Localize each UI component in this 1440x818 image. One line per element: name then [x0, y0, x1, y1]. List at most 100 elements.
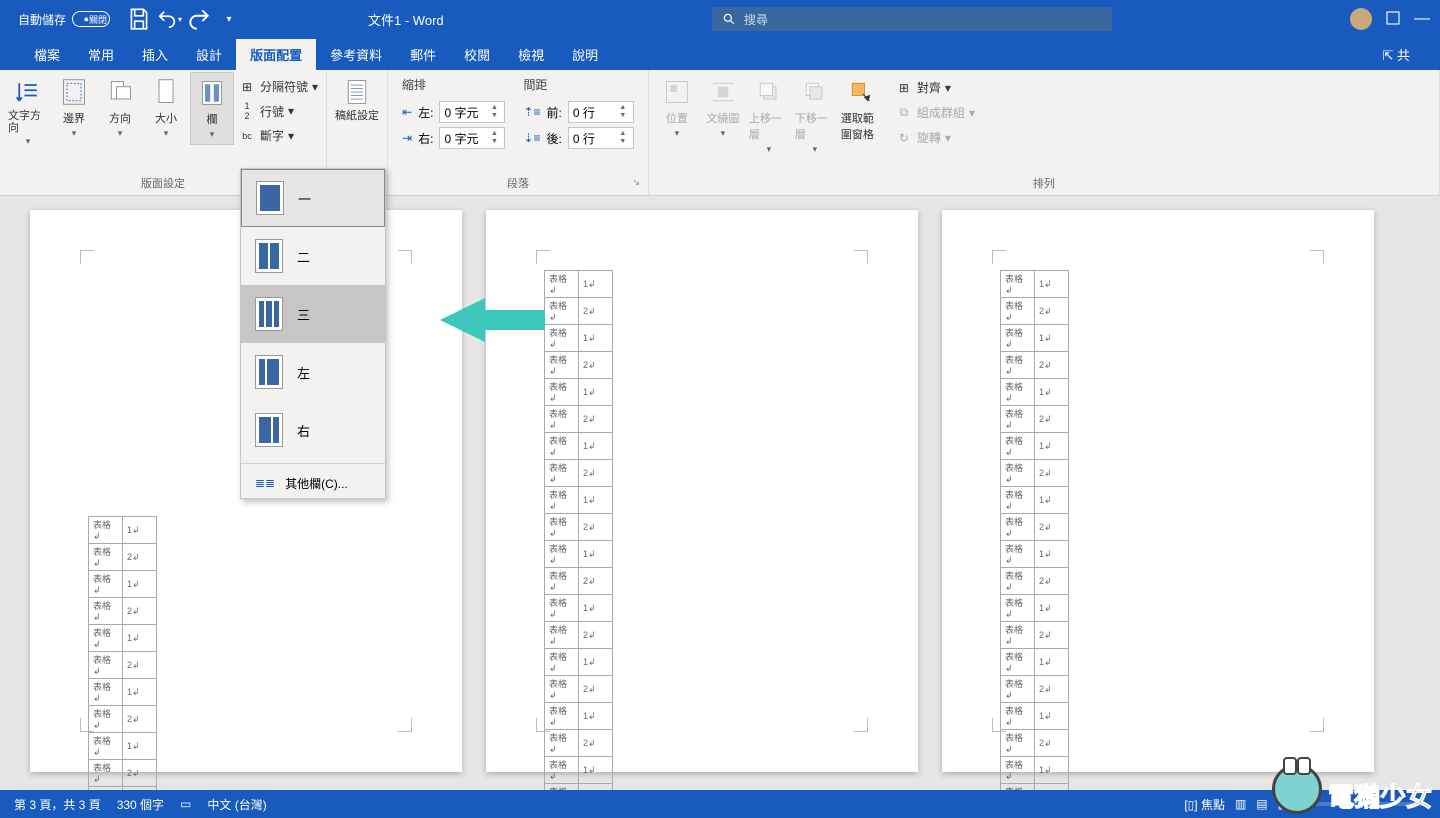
- group-objects-button: ⧉組成群組 ▾: [891, 101, 979, 124]
- spacing-after-label: 後:: [547, 130, 562, 147]
- ribbon-tabs: 檔案 常用 插入 設計 版面配置 參考資料 郵件 校閱 檢視 說明 ⇱ 共: [0, 38, 1440, 70]
- annotation-arrow: [430, 280, 550, 365]
- columns-more-option[interactable]: ≣≣ 其他欄(C)...: [241, 468, 385, 498]
- search-box[interactable]: 搜尋: [712, 7, 1112, 31]
- margins-icon: [58, 76, 90, 108]
- columns-one-icon: [256, 181, 284, 215]
- columns-icon: [196, 77, 228, 109]
- tab-help[interactable]: 說明: [558, 39, 612, 70]
- spacing-label: 間距: [523, 76, 633, 97]
- orientation-button[interactable]: 方向▾: [98, 72, 142, 143]
- columns-option-left[interactable]: 左: [241, 343, 385, 401]
- hyphenation-button[interactable]: bc斷字 ▾: [236, 125, 320, 146]
- columns-dropdown: 一 二 三 左 右 ≣≣ 其他欄(C)...: [240, 168, 386, 499]
- group-label-paragraph: 段落: [507, 178, 529, 190]
- document-title: 文件1 - Word: [368, 10, 444, 29]
- group-arrange: 位置▾ 文繞圖▾ 上移一層▾ 下移一層▾ 選取範圍窗格 ⊞對齊 ▾ ⧉組成群組 …: [649, 70, 1440, 195]
- align-button[interactable]: ⊞對齊 ▾: [891, 76, 979, 99]
- line-numbers-button[interactable]: 12行號 ▾: [236, 99, 320, 123]
- read-mode-icon[interactable]: ▥: [1235, 797, 1246, 811]
- text-direction-button[interactable]: 文字方向▾: [6, 72, 50, 151]
- indent-left-input[interactable]: ▲▼: [439, 101, 505, 123]
- page-2[interactable]: 表格↲1↲表格↲2↲表格↲1↲表格↲2↲表格↲1↲表格↲2↲表格↲1↲表格↲2↲…: [486, 210, 918, 772]
- title-bar: 自動儲存 ● 關閉 ▾ ▾ 文件1 - Word 搜尋 —: [0, 0, 1440, 38]
- spacing-after-icon: ⇣≡: [523, 131, 540, 145]
- line-numbers-icon: 12: [238, 101, 256, 121]
- columns-option-one[interactable]: 一: [241, 169, 385, 227]
- status-proofing-icon[interactable]: ▭: [180, 797, 191, 811]
- share-button[interactable]: ⇱ 共: [1372, 39, 1420, 70]
- quick-access-toolbar: ▾ ▾: [120, 6, 248, 32]
- focus-mode-button[interactable]: [▯] 焦點: [1184, 796, 1225, 813]
- orientation-icon: [104, 76, 136, 108]
- group-paragraph: 縮排 ⇤ 左: ▲▼ ⇥ 右: ▲▼ 間距 ⇡≡ 前: ▲▼: [388, 70, 649, 195]
- group-label-arrange: 排列: [1033, 178, 1055, 190]
- margins-button[interactable]: 邊界▾: [52, 72, 96, 143]
- table-page-1[interactable]: 表格↲1↲表格↲2↲表格↲1↲表格↲2↲表格↲1↲表格↲2↲表格↲1↲表格↲2↲…: [88, 516, 157, 790]
- print-layout-icon[interactable]: ▤: [1256, 797, 1267, 811]
- hyphenation-icon: bc: [238, 131, 256, 141]
- redo-icon[interactable]: [186, 6, 212, 32]
- dropdown-separator: [241, 463, 385, 464]
- indent-right-icon: ⇥: [402, 131, 412, 145]
- autosave-toggle[interactable]: 自動儲存 ● 關閉: [0, 11, 120, 28]
- autosave-state: ● 關閉: [72, 11, 110, 27]
- columns-option-right[interactable]: 右: [241, 401, 385, 459]
- indent-left-label: 左:: [418, 104, 433, 121]
- document-area[interactable]: 表格↲1↲表格↲2↲表格↲1↲表格↲2↲表格↲1↲表格↲2↲表格↲1↲表格↲2↲…: [0, 196, 1440, 790]
- mascot-icon: [1272, 764, 1322, 814]
- columns-right-icon: [255, 413, 283, 447]
- paragraph-dialog-launcher[interactable]: ↘: [632, 177, 640, 188]
- tab-design[interactable]: 設計: [182, 39, 236, 70]
- columns-left-icon: [255, 355, 283, 389]
- status-bar: 第 3 頁，共 3 頁 330 個字 ▭ 中文 (台灣) [▯] 焦點 ▥ ▤ …: [0, 790, 1440, 818]
- breaks-button[interactable]: ⊞分隔符號 ▾: [236, 76, 320, 97]
- status-word-count[interactable]: 330 個字: [117, 796, 164, 813]
- search-placeholder: 搜尋: [744, 11, 768, 28]
- manuscript-icon: [341, 76, 373, 108]
- tab-file[interactable]: 檔案: [20, 39, 74, 70]
- position-button: 位置▾: [655, 72, 699, 143]
- minimize-icon[interactable]: —: [1414, 10, 1430, 28]
- indent-label: 縮排: [402, 76, 505, 97]
- more-columns-icon: ≣≣: [255, 476, 275, 490]
- group-icon: ⧉: [895, 105, 913, 120]
- columns-option-three[interactable]: 三: [241, 285, 385, 343]
- ribbon-display-icon[interactable]: [1384, 9, 1402, 30]
- user-avatar[interactable]: [1350, 8, 1372, 30]
- tab-view[interactable]: 檢視: [504, 39, 558, 70]
- columns-button[interactable]: 欄▾: [190, 72, 234, 145]
- forward-icon: [753, 76, 785, 108]
- status-page[interactable]: 第 3 頁，共 3 頁: [14, 796, 101, 813]
- spacing-after-input[interactable]: ▲▼: [568, 127, 634, 149]
- bring-forward-button: 上移一層▾: [747, 72, 791, 159]
- tab-layout[interactable]: 版面配置: [236, 39, 316, 70]
- send-backward-button: 下移一層▾: [793, 72, 837, 159]
- columns-option-two[interactable]: 二: [241, 227, 385, 285]
- selection-pane-icon: [845, 76, 877, 108]
- tab-insert[interactable]: 插入: [128, 39, 182, 70]
- customize-qat-icon[interactable]: ▾: [216, 6, 242, 32]
- manuscript-settings-button[interactable]: 稿紙設定: [333, 72, 381, 126]
- table-page-2[interactable]: 表格↲1↲表格↲2↲表格↲1↲表格↲2↲表格↲1↲表格↲2↲表格↲1↲表格↲2↲…: [544, 270, 613, 790]
- indent-right-input[interactable]: ▲▼: [439, 127, 505, 149]
- indent-right-label: 右:: [418, 130, 433, 147]
- tab-mailings[interactable]: 郵件: [396, 39, 450, 70]
- spacing-before-input[interactable]: ▲▼: [568, 101, 634, 123]
- spacing-before-label: 前:: [547, 104, 562, 121]
- status-language[interactable]: 中文 (台灣): [207, 796, 266, 813]
- rotate-button: ↻旋轉 ▾: [891, 126, 979, 149]
- columns-three-icon: [255, 297, 283, 331]
- save-icon[interactable]: [126, 6, 152, 32]
- tab-review[interactable]: 校閱: [450, 39, 504, 70]
- breaks-icon: ⊞: [238, 80, 256, 94]
- tab-home[interactable]: 常用: [74, 39, 128, 70]
- group-label-page-setup: 版面設定: [141, 178, 185, 190]
- table-page-3[interactable]: 表格↲1↲表格↲2↲表格↲1↲表格↲2↲表格↲1↲表格↲2↲表格↲1↲表格↲2↲…: [1000, 270, 1069, 790]
- undo-icon[interactable]: ▾: [156, 6, 182, 32]
- size-button[interactable]: 大小▾: [144, 72, 188, 143]
- text-direction-icon: [12, 76, 44, 108]
- tab-references[interactable]: 參考資料: [316, 39, 396, 70]
- selection-pane-button[interactable]: 選取範圍窗格: [839, 72, 883, 146]
- page-3[interactable]: 表格↲1↲表格↲2↲表格↲1↲表格↲2↲表格↲1↲表格↲2↲表格↲1↲表格↲2↲…: [942, 210, 1374, 772]
